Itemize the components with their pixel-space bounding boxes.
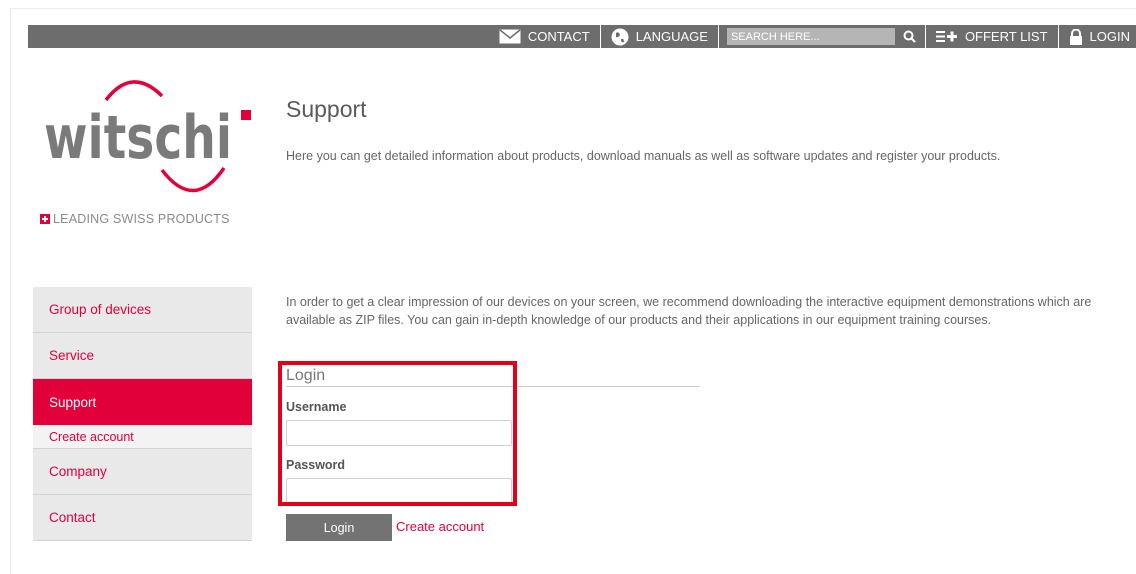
- nav-login[interactable]: LOGIN: [1059, 25, 1136, 48]
- nav-offer-list[interactable]: OFFERT LIST: [926, 25, 1059, 48]
- search-button[interactable]: [895, 30, 925, 43]
- sidebar: Group of devices Service Support Create …: [33, 287, 252, 541]
- top-bar: CONTACT LANGUAGE OFFERT LIST LOGIN: [28, 25, 1136, 48]
- nav-contact-label: CONTACT: [527, 29, 590, 44]
- sidebar-subitem-create-account[interactable]: Create account: [33, 425, 252, 449]
- top-nav: CONTACT LANGUAGE OFFERT LIST LOGIN: [489, 25, 1136, 48]
- sidebar-item-contact[interactable]: Contact: [33, 495, 252, 541]
- lock-icon: [1069, 28, 1082, 45]
- list-plus-icon: [935, 31, 957, 42]
- envelope-icon: [499, 29, 521, 44]
- nav-offer-list-label: OFFERT LIST: [964, 29, 1048, 44]
- sidebar-item-support[interactable]: Support: [33, 379, 252, 425]
- page-title: Support: [286, 96, 367, 122]
- login-highlight-box: [278, 361, 517, 506]
- sidebar-item-label: Contact: [49, 510, 96, 525]
- sidebar-item-label: Service: [49, 348, 95, 363]
- logo-wordmark: witschi: [44, 103, 232, 173]
- swiss-flag-icon: [40, 214, 50, 224]
- sidebar-item-label: Group of devices: [49, 302, 152, 317]
- login-button[interactable]: Login: [286, 514, 392, 541]
- nav-login-label: LOGIN: [1089, 29, 1130, 44]
- sidebar-item-label: Create account: [49, 429, 134, 444]
- tagline-text: LEADING SWISS PRODUCTS: [53, 212, 230, 226]
- sidebar-item-group-of-devices[interactable]: Group of devices: [33, 287, 252, 333]
- nav-language[interactable]: LANGUAGE: [601, 25, 719, 48]
- sidebar-item-service[interactable]: Service: [33, 333, 252, 379]
- brand-tagline: LEADING SWISS PRODUCTS: [40, 212, 230, 226]
- witschi-logo[interactable]: witschi: [44, 72, 254, 202]
- create-account-link[interactable]: Create account: [396, 519, 484, 534]
- search-bar: [719, 25, 926, 48]
- nav-language-label: LANGUAGE: [635, 29, 708, 44]
- sidebar-item-label: Support: [49, 394, 97, 410]
- sidebar-item-company[interactable]: Company: [33, 449, 252, 495]
- page-intro: Here you can get detailed information ab…: [286, 149, 1001, 163]
- sidebar-item-label: Company: [49, 464, 107, 479]
- globe-icon: [611, 28, 629, 45]
- nav-contact[interactable]: CONTACT: [489, 25, 601, 48]
- search-icon: [903, 30, 917, 43]
- demo-info-paragraph: In order to get a clear impression of ou…: [286, 295, 1092, 327]
- search-input[interactable]: [726, 28, 895, 45]
- witschi-logo-graphic: witschi: [44, 80, 251, 193]
